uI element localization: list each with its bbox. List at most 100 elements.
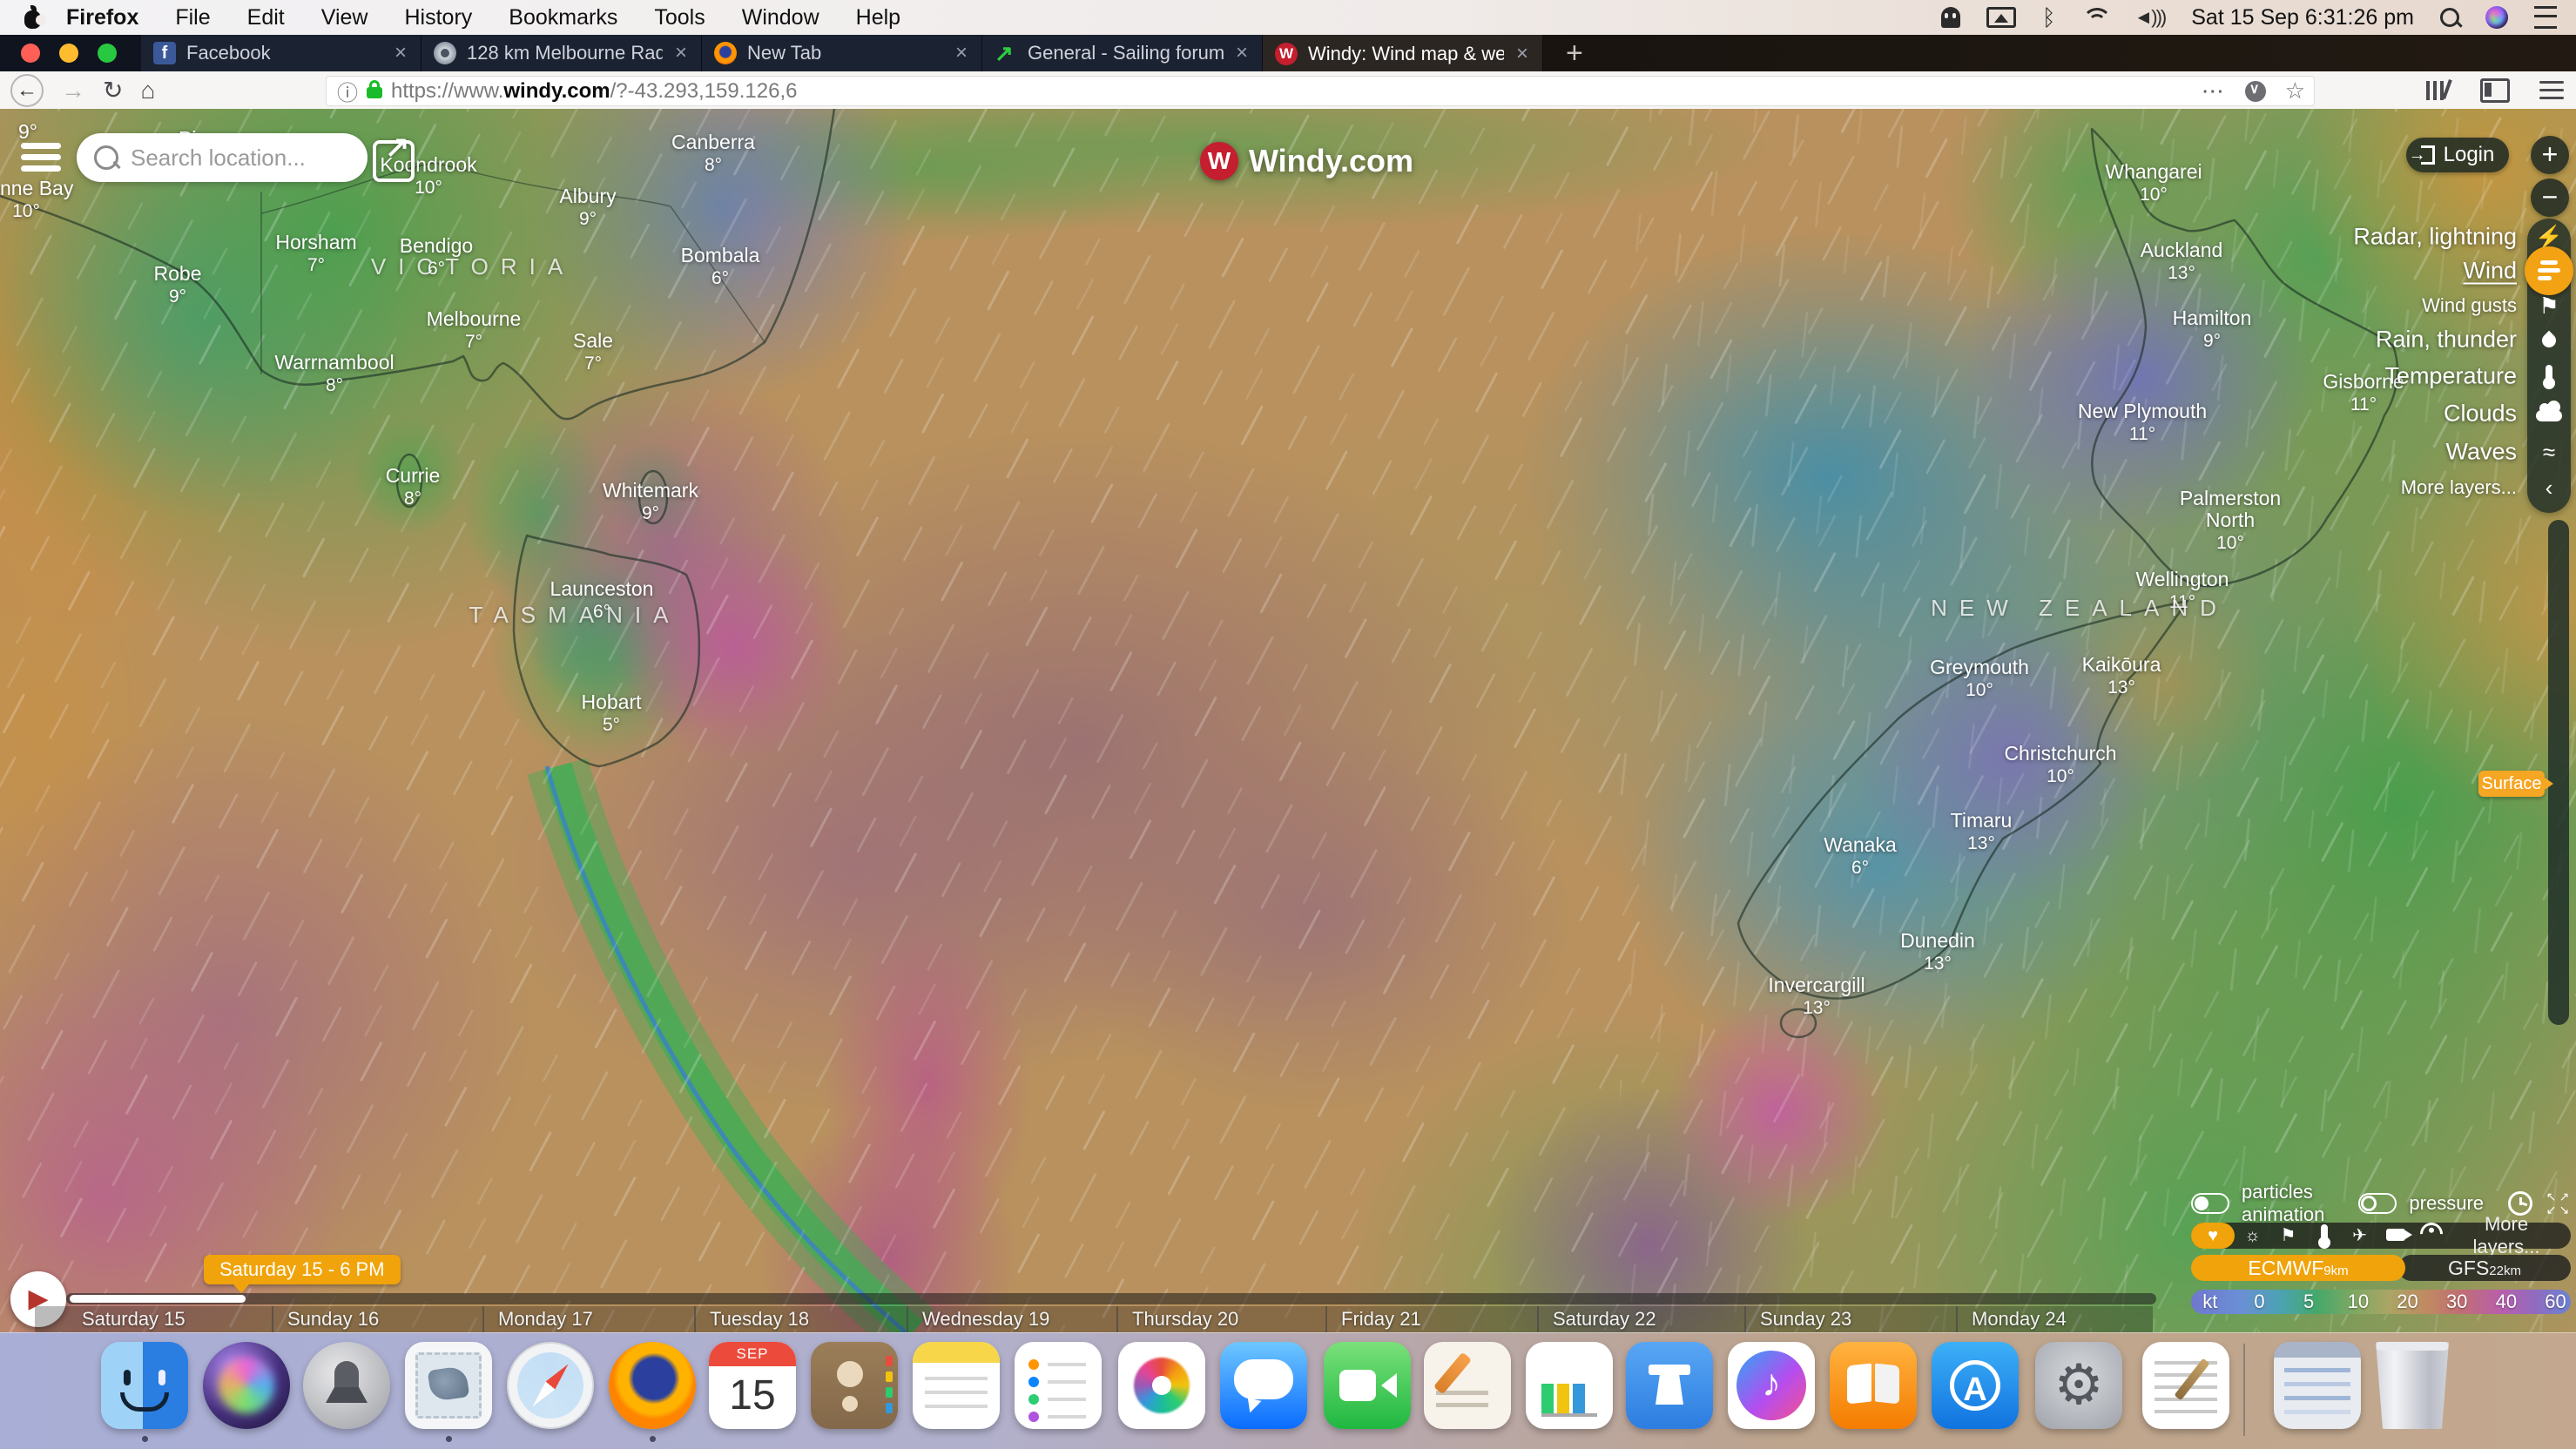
dock-icon-sysprefs[interactable]: ⚙ — [2035, 1342, 2122, 1429]
dock-icon-numbers[interactable] — [1526, 1342, 1613, 1429]
spotlight-icon[interactable] — [2440, 8, 2459, 27]
layer-clouds[interactable]: Clouds — [2444, 401, 2517, 428]
quick-more-layers[interactable]: More layers... — [2449, 1213, 2571, 1258]
tab-windy-wind-map-weather-f[interactable]: WWindy: Wind map & weather for× — [1263, 35, 1543, 71]
search-box[interactable] — [77, 133, 368, 182]
timeline-days[interactable]: Saturday 15 Sunday 16 Monday 17 Tuesday 18 W… — [35, 1306, 2153, 1332]
url-bar[interactable]: ⓘ https://www.windy.com/?-43.293,159.126… — [326, 76, 2315, 106]
back-button[interactable]: ← — [10, 74, 44, 107]
dock-icon-notes[interactable] — [913, 1342, 1000, 1429]
timeline-day-7[interactable]: Friday 21 — [1341, 1306, 1421, 1332]
timeline-day-10[interactable]: Monday 24 — [1972, 1306, 2067, 1332]
dock-icon-facetime[interactable] — [1324, 1342, 1411, 1429]
zoom-out-button[interactable]: − — [2531, 179, 2569, 217]
dock-icon-contacts[interactable] — [811, 1342, 898, 1429]
minimize-window-button[interactable] — [59, 44, 78, 63]
menu-help[interactable]: Help — [838, 5, 919, 30]
menu-bar-clock[interactable]: Sat 15 Sep 6:31:26 pm — [2191, 5, 2414, 30]
dock-icon-mail[interactable] — [405, 1342, 492, 1429]
quick-dish-icon[interactable] — [2413, 1223, 2449, 1249]
new-tab-button[interactable]: + — [1543, 38, 1606, 68]
model-ecmwf-button[interactable]: ECMWF9km — [2191, 1255, 2405, 1281]
timeline-day-1[interactable]: Saturday 15 — [82, 1306, 185, 1332]
zoom-in-button[interactable]: + — [2531, 136, 2569, 174]
bluetooth-icon[interactable]: ᛒ — [2042, 6, 2056, 29]
tab-close-icon[interactable]: × — [1234, 41, 1250, 65]
search-input[interactable] — [129, 144, 333, 172]
altitude-slider[interactable] — [2548, 520, 2569, 1025]
dock-icon-siri[interactable] — [203, 1342, 290, 1429]
quick-windsock-icon[interactable]: ⚑ — [2270, 1227, 2306, 1244]
weather-map[interactable]: 9°vonne Bay10°PinnarooKoondrook10°Canber… — [0, 109, 2576, 1332]
dock-icon-reminders[interactable] — [1015, 1342, 1102, 1429]
layer-more-layers-[interactable]: More layers... — [2401, 476, 2517, 499]
dock-icon-itunes[interactable]: ♪ — [1728, 1342, 1815, 1429]
forward-button[interactable]: → — [61, 78, 85, 103]
menu-window[interactable]: Window — [724, 5, 838, 30]
dock-icon-pages[interactable] — [1424, 1342, 1511, 1429]
quick-thermo-icon[interactable] — [2306, 1224, 2342, 1247]
quick-sun-icon[interactable]: ☼ — [2235, 1227, 2270, 1244]
firefox-menu-icon[interactable] — [2539, 89, 2564, 91]
particles-toggle[interactable] — [2191, 1193, 2229, 1214]
close-window-button[interactable] — [21, 44, 40, 63]
airplay-display-icon[interactable] — [1986, 7, 2016, 28]
dock-icon-appstore[interactable]: A — [1932, 1342, 2019, 1429]
drop-icon[interactable] — [2527, 328, 2571, 351]
page-info-icon[interactable]: ⓘ — [337, 76, 358, 106]
tab-128-km-melbourne-radar-l[interactable]: 128 km Melbourne Radar Loop× — [421, 35, 702, 71]
thermo-icon[interactable] — [2527, 365, 2571, 388]
timeline-day-3[interactable]: Monday 17 — [498, 1306, 593, 1332]
timeline-track[interactable] — [66, 1293, 2156, 1304]
tab-facebook[interactable]: fFacebook× — [141, 35, 421, 71]
apple-menu-icon[interactable] — [23, 6, 42, 29]
home-button[interactable]: ⌂ — [140, 78, 155, 103]
share-icon[interactable] — [373, 140, 415, 182]
menu-history[interactable]: History — [387, 5, 491, 30]
windsock-icon[interactable]: ⚑ — [2527, 294, 2571, 317]
zoom-window-button[interactable] — [98, 44, 117, 63]
timeline-day-8[interactable]: Saturday 22 — [1553, 1306, 1656, 1332]
wind-icon[interactable] — [2525, 246, 2573, 295]
menu-file[interactable]: File — [157, 5, 228, 30]
tab-new-tab[interactable]: New Tab× — [702, 35, 982, 71]
dock-icon-calendar[interactable]: SEP15 — [709, 1342, 796, 1429]
layer-wind[interactable]: Wind — [2463, 258, 2517, 285]
dock-icon-window[interactable] — [2274, 1342, 2361, 1429]
tab-close-icon[interactable]: × — [673, 41, 689, 65]
cloud-icon[interactable] — [2527, 402, 2571, 425]
dock-icon-photos[interactable] — [1118, 1342, 1205, 1429]
dock-icon-messages[interactable] — [1220, 1342, 1307, 1429]
layer-rain-thunder[interactable]: Rain, thunder — [2376, 327, 2517, 354]
tab-close-icon[interactable]: × — [954, 41, 969, 65]
tab-close-icon[interactable]: × — [393, 41, 408, 65]
menu-view[interactable]: View — [303, 5, 387, 30]
notification-center-icon[interactable] — [2534, 6, 2557, 29]
pressure-toggle[interactable] — [2358, 1193, 2397, 1214]
login-button[interactable]: Login — [2406, 138, 2509, 172]
waves-icon[interactable]: ≈ — [2527, 441, 2571, 463]
wifi-icon[interactable] — [2081, 8, 2107, 27]
layer-waves[interactable]: Waves — [2445, 439, 2517, 466]
tab-general-sailing-forums-s[interactable]: General - Sailing forums | Seab× — [982, 35, 1263, 71]
dock-icon-safari[interactable] — [507, 1342, 594, 1429]
timeline-day-6[interactable]: Thursday 20 — [1132, 1306, 1238, 1332]
menu-edit[interactable]: Edit — [229, 5, 303, 30]
timeline-day-4[interactable]: Tuesday 18 — [710, 1306, 809, 1332]
quick-camera-icon[interactable] — [2377, 1227, 2413, 1244]
tab-close-icon[interactable]: × — [1514, 42, 1530, 66]
model-gfs-button[interactable]: GFS22km — [2398, 1255, 2571, 1281]
bookmark-star-icon[interactable]: ☆ — [2285, 78, 2305, 104]
lightning-icon[interactable]: ⚡ — [2527, 226, 2571, 248]
dock-icon-launchpad[interactable] — [303, 1342, 390, 1429]
dock-icon-textedit[interactable] — [2142, 1342, 2229, 1429]
library-icon[interactable] — [2426, 79, 2451, 102]
chevron-icon[interactable]: ‹ — [2527, 476, 2571, 499]
pocket-icon[interactable] — [2245, 81, 2266, 102]
menu-tools[interactable]: Tools — [636, 5, 723, 30]
layer-radar-lightning[interactable]: Radar, lightning — [2353, 224, 2517, 251]
timeline-day-5[interactable]: Wednesday 19 — [922, 1306, 1049, 1332]
timeline-day-2[interactable]: Sunday 16 — [287, 1306, 379, 1332]
volume-icon[interactable]: ◄))) — [2134, 6, 2165, 29]
quick-plane-icon[interactable]: ✈ — [2342, 1227, 2377, 1244]
